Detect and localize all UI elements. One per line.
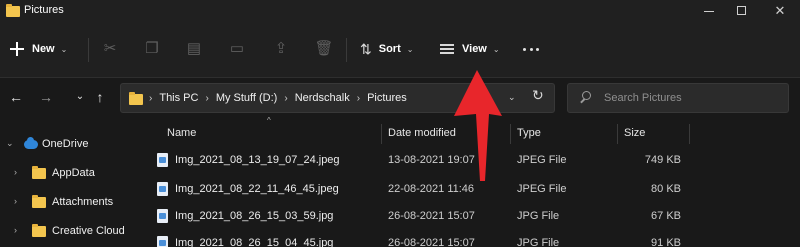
annotation-arrow-shape xyxy=(454,70,502,181)
annotation-arrow xyxy=(454,70,502,181)
